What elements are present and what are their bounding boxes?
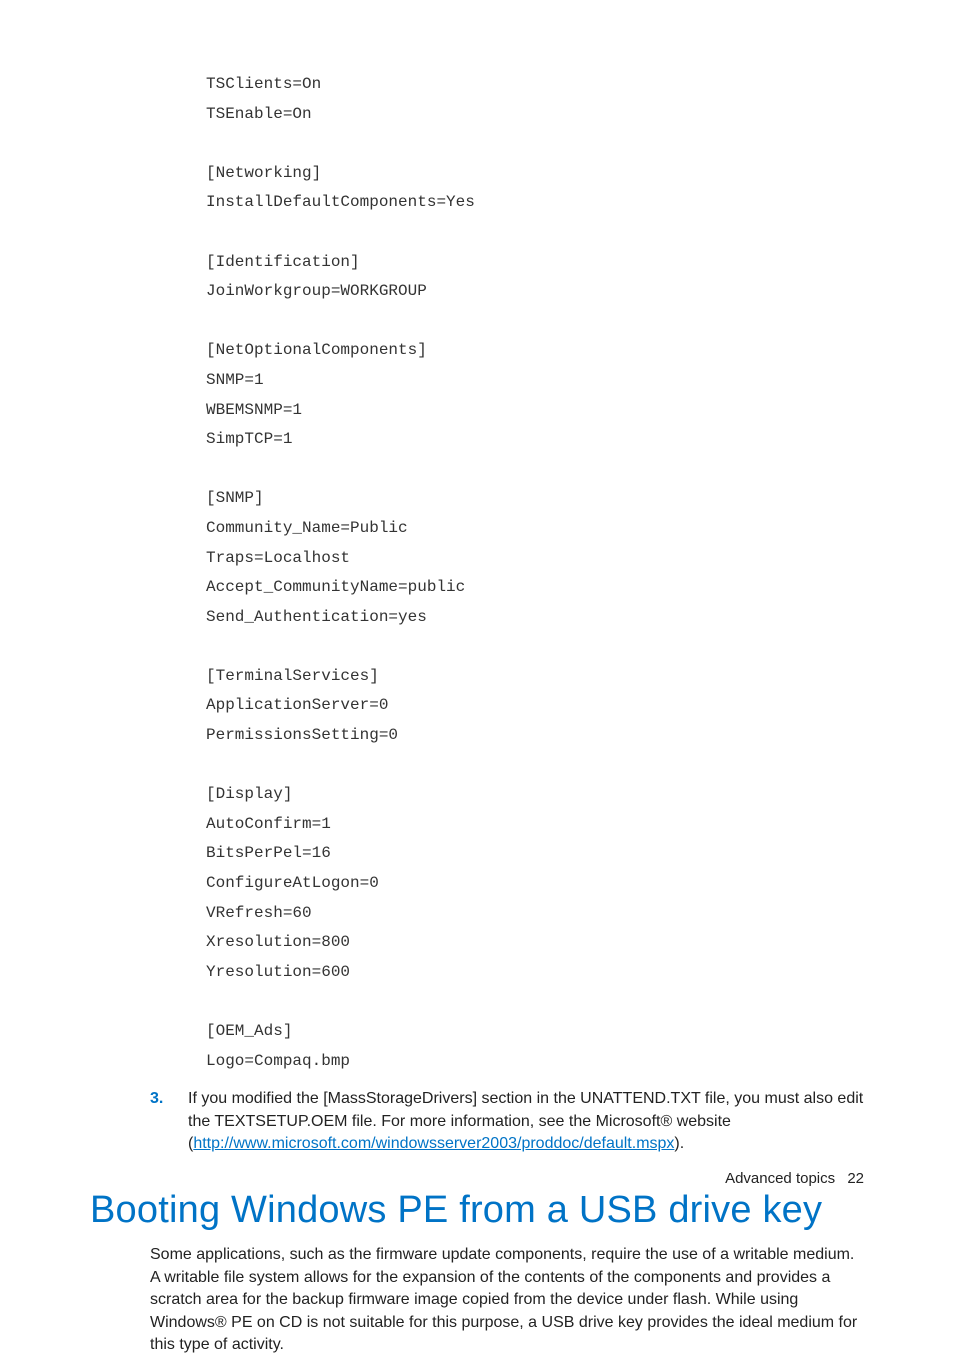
step-text: If you modified the [MassStorageDrivers]… [188, 1088, 864, 1155]
step-number: 3. [150, 1088, 188, 1155]
config-code-block: TSClients=On TSEnable=On [Networking] In… [206, 70, 864, 1076]
section-heading: Booting Windows PE from a USB drive key [90, 1189, 864, 1232]
body-paragraph: Some applications, such as the firmware … [150, 1244, 860, 1356]
step-text-after: ). [674, 1135, 684, 1152]
microsoft-link[interactable]: http://www.microsoft.com/windowsserver20… [193, 1135, 674, 1152]
page-footer: Advanced topics 22 [725, 1170, 864, 1187]
footer-section: Advanced topics [725, 1170, 835, 1187]
footer-page-number: 22 [847, 1170, 864, 1187]
step-3: 3. If you modified the [MassStorageDrive… [150, 1088, 864, 1155]
